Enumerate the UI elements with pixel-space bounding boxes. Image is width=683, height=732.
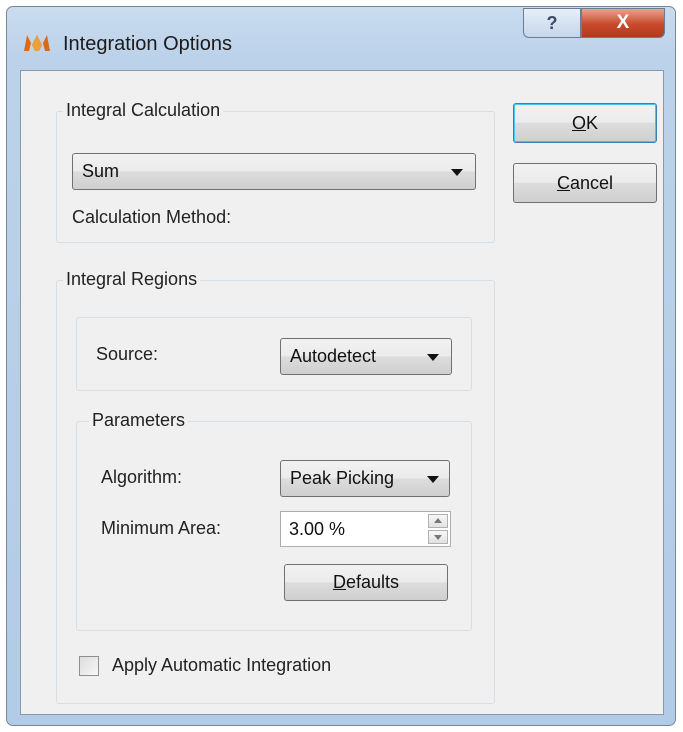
algorithm-value: Peak Picking: [290, 468, 395, 488]
parameters-title: Parameters: [89, 410, 189, 431]
auto-integration-label: Apply Automatic Integration: [112, 655, 332, 675]
title-bar: Integration Options ? X: [7, 7, 675, 77]
chevron-down-icon: [451, 168, 463, 176]
spin-up-button[interactable]: [428, 514, 448, 528]
cancel-button-label: Cancel: [556, 172, 614, 193]
arrow-up-icon: [434, 518, 442, 523]
source-value: Autodetect: [290, 346, 377, 366]
spin-down-button[interactable]: [428, 530, 448, 544]
source-dropdown[interactable]: Autodetect: [280, 338, 452, 375]
help-icon: ?: [546, 12, 558, 33]
calculation-method-value: Sum: [82, 161, 120, 181]
cancel-button[interactable]: Cancel: [513, 163, 657, 203]
ok-button-label: OK: [571, 112, 599, 133]
integral-regions-title: Integral Regions: [63, 269, 201, 290]
minimum-area-label: Minimum Area:: [101, 518, 222, 538]
arrow-down-icon: [434, 535, 442, 540]
defaults-button[interactable]: Defaults: [284, 564, 448, 601]
calculation-method-label: Calculation Method:: [72, 207, 232, 227]
app-logo-icon: [24, 35, 50, 51]
chevron-down-icon: [427, 353, 439, 361]
chevron-down-icon: [427, 475, 439, 483]
window-title: Integration Options: [63, 33, 232, 55]
dialog-client-area: Integral Calculation Sum Calculation Met…: [20, 70, 664, 715]
minimum-area-value: 3.00 %: [289, 518, 346, 539]
algorithm-label: Algorithm:: [101, 467, 183, 487]
auto-integration-checkbox[interactable]: [79, 656, 99, 676]
ok-button[interactable]: OK: [513, 103, 657, 143]
source-label: Source:: [96, 344, 159, 364]
defaults-button-label: Defaults: [332, 572, 400, 592]
integral-calculation-title: Integral Calculation: [63, 100, 224, 121]
dialog-window: Integration Options ? X Integral Calcula…: [6, 6, 676, 726]
algorithm-dropdown[interactable]: Peak Picking: [280, 460, 450, 497]
help-button[interactable]: ?: [523, 8, 581, 38]
minimum-area-spinner[interactable]: 3.00 %: [280, 511, 451, 547]
close-icon: X: [616, 12, 630, 33]
calculation-method-dropdown[interactable]: Sum: [72, 153, 476, 190]
close-button[interactable]: X: [581, 8, 665, 38]
spinner-buttons: [428, 514, 448, 544]
